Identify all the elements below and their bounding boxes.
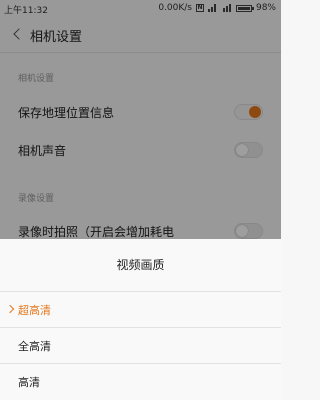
quality-option-hd[interactable]: 高清: [0, 363, 281, 399]
option-label: 高清: [18, 376, 40, 389]
option-label: 全高清: [18, 340, 51, 353]
option-label: 超高清: [18, 304, 51, 317]
video-quality-sheet: 视频画质 超高清 全高清 高清: [0, 239, 281, 400]
quality-option-ultra-hd[interactable]: 超高清: [0, 291, 281, 327]
dialog-title: 视频画质: [116, 258, 165, 272]
quality-option-full-hd[interactable]: 全高清: [0, 327, 281, 363]
check-icon: [5, 304, 15, 314]
